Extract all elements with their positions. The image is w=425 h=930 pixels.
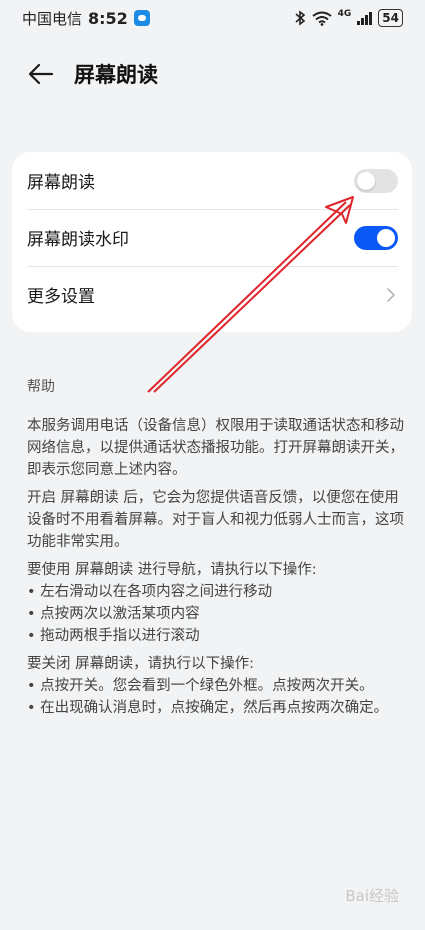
clock: 8:52 (88, 8, 128, 28)
settings-card: 屏幕朗读 屏幕朗读水印 更多设置 (12, 152, 412, 332)
carrier-label: 中国电信 (22, 9, 83, 28)
watermark-text: Bai经验 (345, 887, 399, 905)
help-heading: 帮助 (27, 379, 55, 395)
status-left: 中国电信 8:52 (22, 8, 150, 29)
status-bar: 中国电信 8:52 4G 54 (0, 0, 425, 36)
watermark-logo: Bai经验 (345, 885, 399, 906)
help-bullet: • 在出现确认消息时，点按确定，然后再点按两次确定。 (27, 700, 389, 716)
help-bullet: • 左右滑动以在各项内容之间进行移动 (27, 584, 273, 600)
status-right: 4G 54 (294, 9, 403, 27)
page-header: 屏幕朗读 (0, 50, 425, 98)
setting-row-more-settings[interactable]: 更多设置 (12, 266, 412, 323)
page-title: 屏幕朗读 (74, 63, 158, 87)
network-type: 4G (337, 9, 352, 19)
help-paragraph: 要使用 屏幕朗读 进行导航，请执行以下操作: (27, 562, 317, 578)
bluetooth-icon (295, 10, 305, 26)
help-paragraph: 要关闭 屏幕朗读，请执行以下操作: (27, 656, 254, 672)
toggle-knob (357, 171, 375, 190)
wifi-icon (312, 11, 332, 26)
help-bullet: • 拖动两根手指以进行滚动 (27, 628, 200, 644)
back-arrow-icon (28, 63, 54, 85)
screen-reader-toggle[interactable] (354, 168, 398, 193)
setting-row-screen-reader[interactable]: 屏幕朗读 (12, 152, 412, 209)
setting-label: 屏幕朗读 (27, 173, 95, 193)
signal-icon (357, 11, 373, 25)
toggle-knob (377, 228, 395, 247)
help-bullet: • 点按两次以激活某项内容 (27, 606, 200, 622)
help-text: 本服务调用电话（设备信息）权限用于读取通话状态和移动网络信息，以提供通话状态播报… (27, 415, 405, 719)
setting-row-screen-reader-watermark[interactable]: 屏幕朗读水印 (12, 209, 412, 266)
battery-indicator: 54 (378, 9, 403, 27)
notification-app-icon (133, 10, 150, 26)
setting-label: 更多设置 (27, 287, 95, 307)
watermark-toggle[interactable] (354, 225, 398, 250)
chevron-right-icon (387, 287, 395, 302)
setting-label: 屏幕朗读水印 (27, 230, 129, 250)
help-paragraph: 本服务调用电话（设备信息）权限用于读取通话状态和移动网络信息，以提供通话状态播报… (27, 418, 404, 478)
help-bullet: • 点按开关。您会看到一个绿色外框。点按两次开关。 (27, 678, 374, 694)
back-button[interactable] (18, 51, 64, 97)
help-paragraph: 开启 屏幕朗读 后，它会为您提供语音反馈，以便您在使用设备时不用看着屏幕。对于盲… (27, 490, 404, 550)
